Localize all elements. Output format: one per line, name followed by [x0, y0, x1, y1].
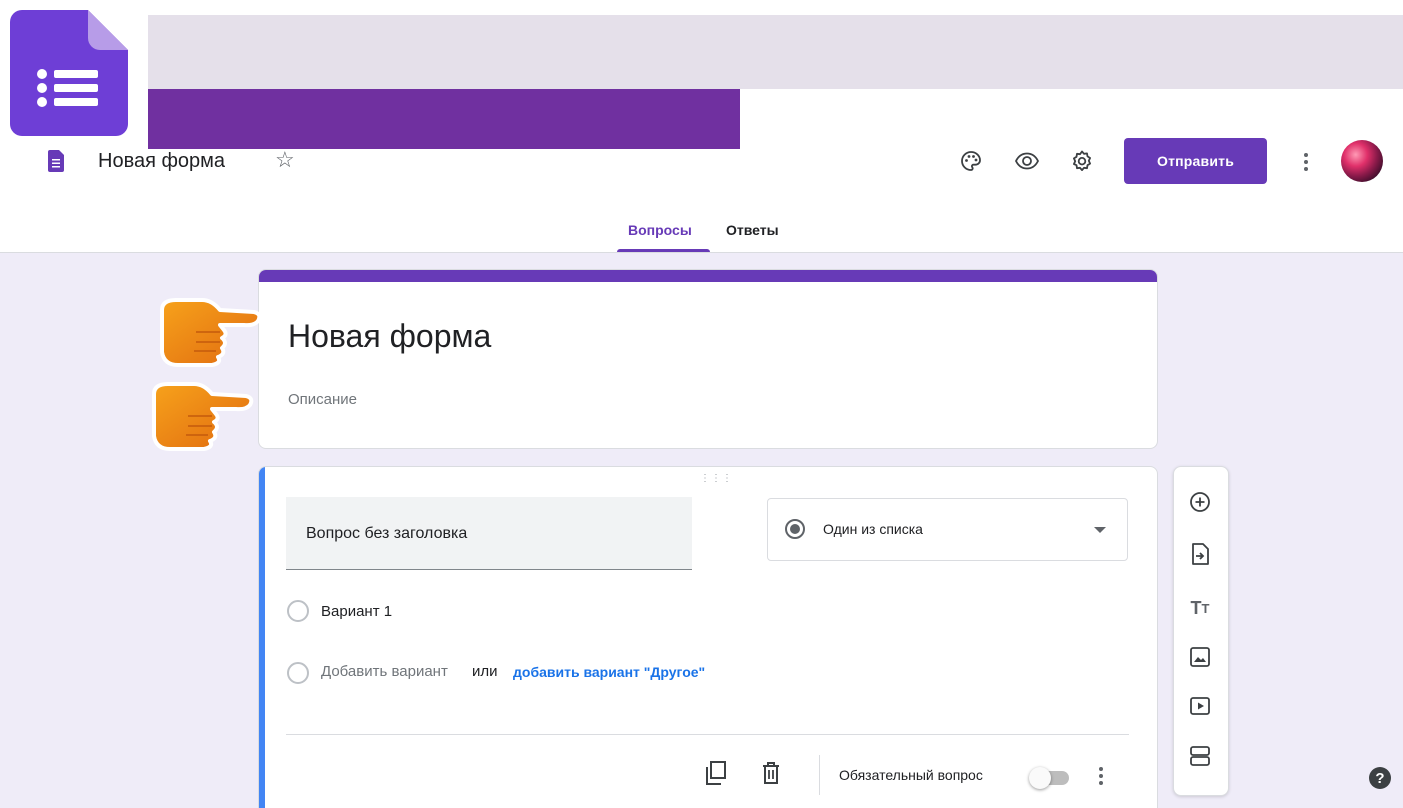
- help-icon[interactable]: ?: [1369, 767, 1391, 789]
- form-header-card[interactable]: [258, 269, 1158, 449]
- question-type-select[interactable]: [767, 498, 1128, 561]
- drag-handle-icon[interactable]: ⋮⋮⋮: [700, 474, 733, 484]
- form-description-field[interactable]: Описание: [288, 391, 357, 408]
- delete-icon[interactable]: [757, 758, 785, 788]
- banner-bar: [148, 89, 740, 149]
- tab-answers[interactable]: Ответы: [726, 222, 779, 238]
- footer-separator: [819, 755, 820, 795]
- import-questions-icon[interactable]: [1186, 540, 1214, 568]
- question-type-label: Один из списка: [823, 521, 923, 537]
- forms-logo-icon[interactable]: [48, 150, 64, 172]
- palette-icon[interactable]: [956, 146, 986, 176]
- pointing-hand-icon: [152, 382, 254, 451]
- option-label[interactable]: Вариант 1: [321, 603, 392, 620]
- pointing-hand-icon: [160, 298, 262, 367]
- add-section-icon[interactable]: [1186, 742, 1214, 770]
- avatar[interactable]: [1341, 140, 1383, 182]
- tab-questions[interactable]: Вопросы: [628, 222, 692, 238]
- add-option-link[interactable]: Добавить вариант: [321, 663, 448, 680]
- add-title-icon[interactable]: TT: [1186, 594, 1214, 622]
- question-more-icon[interactable]: [1094, 762, 1108, 790]
- option-radio-icon: [287, 662, 309, 684]
- forms-logo-large-icon: [10, 10, 128, 136]
- more-vert-icon[interactable]: [1296, 148, 1316, 176]
- banner-top: [148, 15, 1403, 89]
- question-title[interactable]: Вопрос без заголовка: [306, 525, 467, 543]
- send-button[interactable]: Отправить: [1124, 138, 1267, 184]
- settings-icon[interactable]: [1067, 146, 1097, 176]
- required-label: Обязательный вопрос: [839, 767, 983, 783]
- add-image-icon[interactable]: [1186, 643, 1214, 671]
- radio-button-icon: [785, 519, 805, 539]
- document-title[interactable]: Новая форма: [98, 150, 225, 173]
- add-question-icon[interactable]: [1186, 488, 1214, 516]
- star-icon[interactable]: ☆: [275, 148, 295, 172]
- focus-accent-bar: [259, 467, 265, 808]
- duplicate-icon[interactable]: [701, 758, 729, 788]
- form-title[interactable]: Новая форма: [288, 318, 491, 355]
- required-toggle[interactable]: [1027, 765, 1073, 789]
- question-footer-divider: [286, 734, 1129, 735]
- chevron-down-icon[interactable]: [1094, 527, 1106, 533]
- or-label: или: [472, 663, 498, 680]
- header-accent-bar: [259, 270, 1157, 282]
- add-other-option-link[interactable]: добавить вариант "Другое": [513, 664, 705, 680]
- option-radio-icon: [287, 600, 309, 622]
- add-video-icon[interactable]: [1186, 692, 1214, 720]
- eye-icon[interactable]: [1012, 146, 1042, 176]
